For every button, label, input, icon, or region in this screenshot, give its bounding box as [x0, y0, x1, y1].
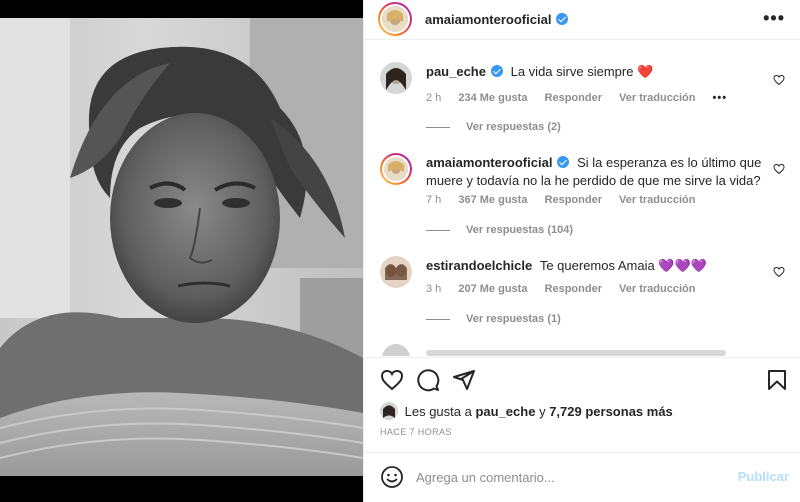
comment-body: pau_eche La vida sirve siempre ❤️ [426, 63, 766, 81]
comment-meta: 7 h 367 Me gusta Responder Ver traducció… [426, 194, 709, 206]
like-comment-icon[interactable] [773, 266, 785, 278]
replies-line [426, 126, 450, 128]
partial-comment [380, 342, 785, 356]
post-timestamp[interactable]: HACE 7 HORAS [380, 427, 452, 437]
view-replies-button[interactable]: Ver respuestas (2) [426, 121, 561, 133]
verified-icon [556, 13, 569, 25]
likes-user[interactable]: pau_eche [475, 404, 535, 419]
post-photo [0, 18, 363, 476]
save-icon[interactable] [765, 368, 789, 392]
comment-text: La vida sirve siempre ❤️ [510, 64, 654, 79]
header-username-row[interactable]: amaiamonterooficial [425, 12, 569, 27]
more-options-icon[interactable]: ••• [763, 8, 785, 29]
comment-time[interactable]: 7 h [426, 194, 441, 206]
comment-username[interactable]: estirandoelchicle [426, 258, 532, 273]
likes-others[interactable]: 7,729 personas más [549, 404, 673, 419]
share-icon[interactable] [452, 368, 476, 392]
comment-body: estirandoelchicle Te queremos Amaia 💜💜💜 [426, 257, 766, 275]
like-comment-icon[interactable] [773, 163, 785, 175]
comment-meta: 2 h 234 Me gusta Responder Ver traducció… [426, 92, 741, 104]
comment-more-icon[interactable]: ••• [713, 92, 728, 104]
comment-icon[interactable] [416, 368, 440, 392]
comment-text: Te queremos Amaia 💜💜💜 [539, 258, 707, 273]
comment-time[interactable]: 2 h [426, 92, 441, 104]
likes-summary: Les gusta a pau_eche y 7,729 personas má… [380, 402, 673, 422]
comment-username[interactable]: pau_eche [426, 64, 486, 79]
comment-input[interactable] [416, 467, 716, 487]
comment-likes[interactable]: 367 Me gusta [458, 194, 527, 206]
action-bar [364, 357, 800, 397]
post-header: amaiamonterooficial ••• [364, 0, 800, 40]
verified-icon [557, 156, 570, 168]
add-comment-bar: Publicar [364, 452, 800, 502]
publish-button[interactable]: Publicar [738, 469, 789, 484]
replies-line [426, 229, 450, 231]
comment-time[interactable]: 3 h [426, 283, 441, 295]
comment-body: amaiamonterooficial Si la esperanza es l… [426, 154, 766, 190]
post-photo-panel [0, 0, 363, 502]
like-icon[interactable] [380, 368, 404, 392]
header-username[interactable]: amaiamonterooficial [425, 12, 551, 27]
likes-prefix: Les gusta a [404, 404, 472, 419]
translate-button[interactable]: Ver traducción [619, 92, 695, 104]
view-replies-label[interactable]: Ver respuestas (1) [466, 313, 561, 325]
comment-avatar[interactable] [380, 62, 412, 94]
like-comment-icon[interactable] [773, 74, 785, 86]
comment-likes[interactable]: 234 Me gusta [458, 92, 527, 104]
liker-avatar[interactable] [380, 402, 398, 420]
view-replies-label[interactable]: Ver respuestas (104) [466, 224, 573, 236]
translate-button[interactable]: Ver traducción [619, 194, 695, 206]
reply-button[interactable]: Responder [545, 92, 602, 104]
verified-icon [490, 65, 503, 77]
reply-button[interactable]: Responder [545, 283, 602, 295]
comment-avatar[interactable] [380, 153, 412, 185]
reply-button[interactable]: Responder [545, 194, 602, 206]
comment-item: pau_eche La vida sirve siempre ❤️ 2 h 23… [380, 62, 785, 142]
comment-meta: 3 h 207 Me gusta Responder Ver traducció… [426, 283, 709, 295]
view-replies-button[interactable]: Ver respuestas (104) [426, 224, 573, 236]
replies-line [426, 318, 450, 320]
comment-item: amaiamonterooficial Si la esperanza es l… [380, 153, 785, 243]
comment-avatar[interactable] [380, 256, 412, 288]
comment-item: estirandoelchicle Te queremos Amaia 💜💜💜 … [380, 256, 785, 336]
instagram-post: amaiamonterooficial ••• pau_eche La vida… [0, 0, 800, 502]
view-replies-label[interactable]: Ver respuestas (2) [466, 121, 561, 133]
translate-button[interactable]: Ver traducción [619, 283, 695, 295]
post-side-panel: amaiamonterooficial ••• pau_eche La vida… [363, 0, 800, 502]
comment-likes[interactable]: 207 Me gusta [458, 283, 527, 295]
likes-connector: y [539, 404, 546, 419]
view-replies-button[interactable]: Ver respuestas (1) [426, 313, 561, 325]
header-avatar[interactable] [378, 2, 412, 36]
comment-username[interactable]: amaiamonterooficial [426, 155, 552, 170]
emoji-icon[interactable] [380, 465, 404, 489]
